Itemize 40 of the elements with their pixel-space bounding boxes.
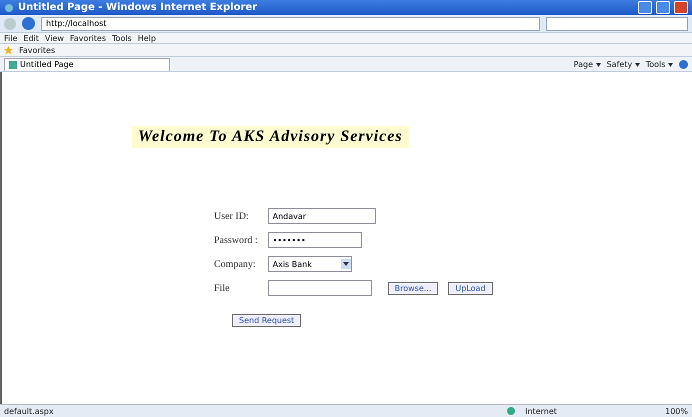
command-button[interactable]: Safety bbox=[606, 60, 640, 68]
tab-label: Untitled Page bbox=[20, 60, 74, 69]
browser-tab[interactable]: Untitled Page bbox=[4, 58, 170, 70]
forward-button[interactable] bbox=[22, 17, 35, 30]
field-label: Password : bbox=[213, 234, 258, 246]
upload-button[interactable]: UpLoad bbox=[448, 282, 493, 294]
maximize-button[interactable] bbox=[656, 1, 670, 14]
caret-icon bbox=[596, 62, 601, 66]
welcome-heading: Welcome To AKS Advisory Services bbox=[132, 126, 409, 148]
page-icon bbox=[9, 60, 17, 68]
field-label: User ID: bbox=[213, 210, 250, 222]
user-id-field[interactable]: Andavar bbox=[268, 208, 376, 224]
window-title: Untitled Page - Windows Internet Explorer bbox=[18, 2, 258, 13]
send-request-button[interactable]: Send Request bbox=[232, 314, 302, 327]
menu-item[interactable]: Edit bbox=[23, 34, 39, 42]
command-button[interactable]: Page bbox=[574, 60, 601, 68]
favorites-button[interactable]: Favorites bbox=[19, 46, 56, 54]
field-label: File bbox=[213, 282, 231, 294]
field-label: Company: bbox=[213, 258, 257, 270]
close-button[interactable] bbox=[674, 1, 688, 14]
address-field[interactable]: http://localhost bbox=[41, 16, 540, 30]
caret-icon bbox=[634, 62, 640, 66]
caret-icon bbox=[668, 62, 673, 66]
company-select[interactable]: Axis Bank bbox=[268, 256, 352, 272]
browse-button[interactable]: Browse... bbox=[388, 282, 438, 294]
command-button[interactable]: Tools bbox=[646, 60, 673, 68]
password-field[interactable]: ••••••• bbox=[268, 232, 362, 248]
minimize-button[interactable] bbox=[638, 1, 652, 14]
menu-item[interactable]: View bbox=[44, 34, 64, 42]
menu-item[interactable]: Favorites bbox=[70, 34, 106, 42]
zone-text: Internet bbox=[525, 406, 558, 416]
menu-item[interactable]: Tools bbox=[112, 34, 132, 42]
zoom-level[interactable]: 100% bbox=[665, 406, 688, 416]
menu-item[interactable]: Help bbox=[138, 34, 156, 42]
menu-item[interactable]: File bbox=[4, 34, 18, 42]
dropdown-icon bbox=[340, 259, 351, 269]
file-path-field[interactable] bbox=[268, 280, 372, 296]
star-icon bbox=[4, 46, 13, 54]
search-field[interactable] bbox=[546, 16, 688, 30]
status-text: default.aspx bbox=[4, 406, 55, 416]
